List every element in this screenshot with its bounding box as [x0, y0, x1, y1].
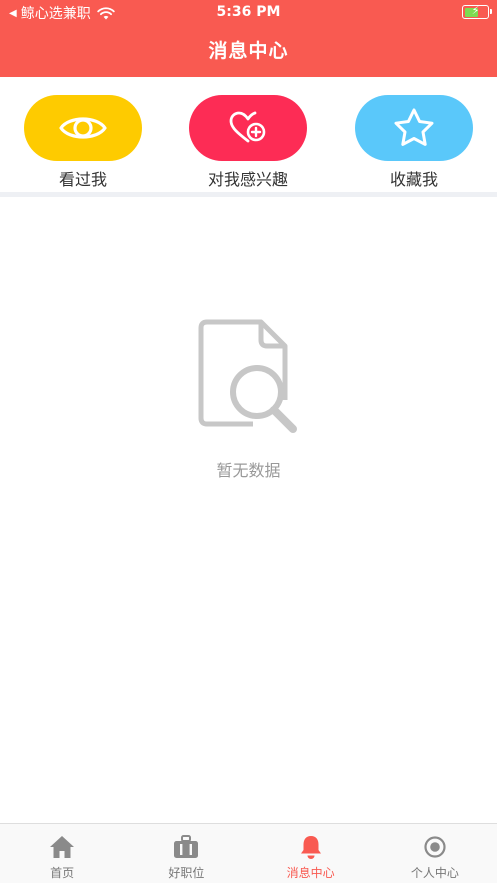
viewed-me-pill[interactable] [24, 95, 142, 161]
tab-bar: 首页 好职位 消息中心 个人中心 [0, 823, 497, 883]
viewed-me-button[interactable]: 看过我 [24, 95, 142, 193]
section-divider [0, 192, 497, 197]
profile-icon [422, 834, 448, 860]
star-icon [394, 108, 434, 146]
interested-in-me-pill[interactable] [189, 95, 307, 161]
viewed-me-label: 看过我 [58, 170, 107, 189]
status-time: 5:36 PM [216, 4, 281, 20]
status-bar: ◀ 鲸心选兼职 5:36 PM ⚡ [0, 0, 497, 26]
briefcase-icon [173, 834, 199, 860]
favorited-me-button[interactable]: 收藏我 [355, 95, 473, 193]
tab-home-label: 首页 [50, 866, 75, 880]
tab-profile[interactable]: 个人中心 [373, 824, 497, 883]
shortcut-row: 看过我 对我感兴趣 收藏我 [0, 77, 497, 192]
page-title: 消息中心 [208, 40, 289, 62]
eye-icon [59, 117, 107, 139]
heart-plus-icon [229, 111, 266, 143]
header: ◀ 鲸心选兼职 5:36 PM ⚡ 消息中心 [0, 0, 497, 77]
tab-messages-label: 消息中心 [286, 866, 335, 880]
tab-jobs[interactable]: 好职位 [124, 824, 248, 883]
interested-in-me-button[interactable]: 对我感兴趣 [189, 95, 307, 193]
bell-icon [298, 834, 324, 860]
interested-in-me-label: 对我感兴趣 [207, 170, 288, 189]
battery-icon: ⚡ [462, 4, 492, 19]
tab-messages[interactable]: 消息中心 [249, 824, 373, 883]
home-icon [49, 834, 75, 860]
document-search-icon [198, 319, 297, 433]
tab-home[interactable]: 首页 [0, 824, 124, 883]
empty-state-text: 暂无数据 [216, 461, 281, 480]
favorited-me-label: 收藏我 [389, 170, 438, 189]
favorited-me-pill[interactable] [355, 95, 473, 161]
app-root: ◀ 鲸心选兼职 5:36 PM ⚡ 消息中心 看过我 对我感兴趣 收藏我 暂无数… [0, 0, 497, 883]
tab-jobs-label: 好职位 [168, 866, 205, 880]
tab-profile-label: 个人中心 [410, 866, 459, 880]
